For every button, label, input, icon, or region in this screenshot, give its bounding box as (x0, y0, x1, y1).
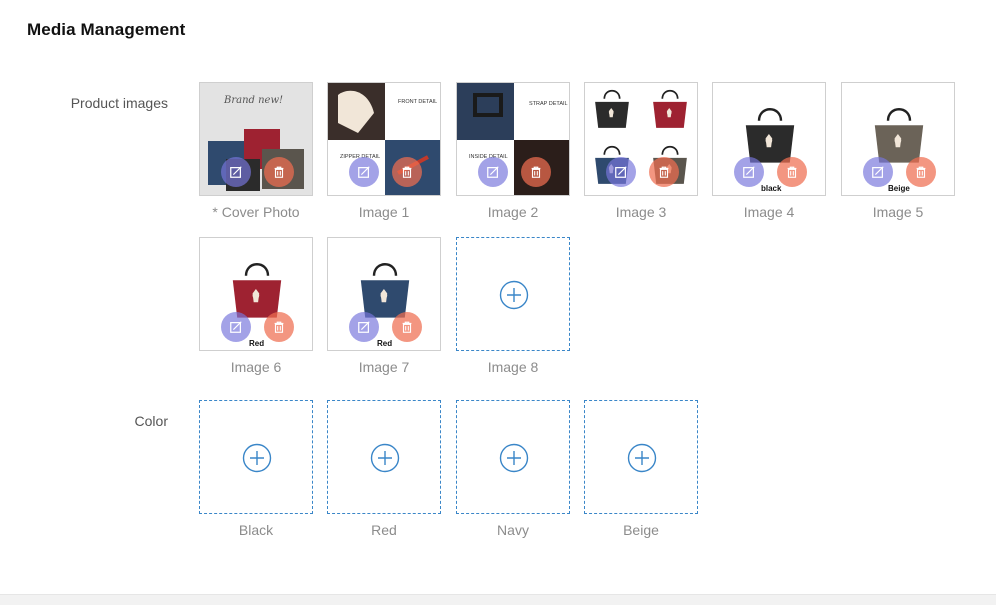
product-image-tile[interactable] (584, 82, 698, 196)
edit-button[interactable] (478, 157, 508, 187)
product-image-tile[interactable]: Red (199, 237, 313, 351)
edit-icon (229, 320, 243, 334)
delete-button[interactable] (906, 157, 936, 187)
trash-icon (914, 165, 928, 179)
tile-caption: Image 3 (615, 204, 667, 220)
cover-overlay-text: Brand new! (223, 95, 283, 106)
trash-icon (400, 320, 414, 334)
tile-caption: * Cover Photo (212, 204, 300, 220)
edit-icon (871, 165, 885, 179)
bag-color-label: Red (249, 339, 264, 348)
delete-button[interactable] (649, 157, 679, 187)
delete-button[interactable] (264, 312, 294, 342)
edit-button[interactable] (606, 157, 636, 187)
tile-caption: Image 2 (487, 204, 539, 220)
edit-button[interactable] (221, 157, 251, 187)
color-caption: Beige (623, 522, 659, 538)
detail-text: FRONT DETAIL (398, 99, 437, 105)
trash-icon (529, 165, 543, 179)
edit-button[interactable] (349, 312, 379, 342)
tile-caption: Image 6 (230, 359, 282, 375)
product-photo: Beige (842, 83, 954, 195)
color-caption: Red (371, 522, 397, 538)
tile-caption: Image 4 (743, 204, 795, 220)
plus-circle-icon (370, 443, 400, 473)
color-caption: Black (238, 522, 274, 538)
color-caption: Navy (497, 522, 529, 538)
trash-icon (272, 165, 286, 179)
add-color-image-navy[interactable] (456, 400, 570, 514)
page-title: Media Management (27, 20, 186, 39)
product-image-tile[interactable]: STRAP DETAIL INSIDE DETAIL (456, 82, 570, 196)
tile-caption: Image 5 (872, 204, 924, 220)
product-photo: black (713, 83, 825, 195)
edit-button[interactable] (734, 157, 764, 187)
tile-caption: Image 1 (358, 204, 410, 220)
plus-circle-icon (627, 443, 657, 473)
product-photo (585, 83, 697, 195)
trash-icon (657, 165, 671, 179)
edit-icon (614, 165, 628, 179)
product-images-label: Product images (70, 95, 168, 111)
detail-text: STRAP DETAIL (529, 101, 568, 107)
tile-caption: Image 8 (487, 359, 539, 375)
edit-icon (229, 165, 243, 179)
delete-button[interactable] (521, 157, 551, 187)
edit-button[interactable] (349, 157, 379, 187)
plus-circle-icon (499, 280, 529, 310)
edit-icon (357, 320, 371, 334)
bag-color-label: black (761, 184, 782, 193)
plus-circle-icon (242, 443, 272, 473)
product-photo: STRAP DETAIL INSIDE DETAIL (457, 83, 569, 195)
plus-circle-icon (499, 443, 529, 473)
product-image-tile[interactable]: Beige (841, 82, 955, 196)
bag-color-label: Red (377, 339, 392, 348)
delete-button[interactable] (392, 157, 422, 187)
product-photo: Red (200, 238, 312, 350)
product-photo: FRONT DETAIL ZIPPER DETAIL (328, 83, 440, 195)
product-photo: Brand new! (200, 83, 312, 195)
trash-icon (785, 165, 799, 179)
edit-icon (742, 165, 756, 179)
product-image-tile[interactable]: Brand new! (199, 82, 313, 196)
add-color-image-black[interactable] (199, 400, 313, 514)
bottom-divider (0, 594, 996, 605)
bag-color-label: Beige (888, 184, 910, 193)
add-color-image-red[interactable] (327, 400, 441, 514)
delete-button[interactable] (264, 157, 294, 187)
trash-icon (400, 165, 414, 179)
product-image-tile[interactable]: FRONT DETAIL ZIPPER DETAIL (327, 82, 441, 196)
edit-icon (486, 165, 500, 179)
add-color-image-beige[interactable] (584, 400, 698, 514)
edit-button[interactable] (863, 157, 893, 187)
color-label: Color (134, 413, 168, 429)
delete-button[interactable] (777, 157, 807, 187)
product-image-tile[interactable]: Red (327, 237, 441, 351)
trash-icon (272, 320, 286, 334)
product-photo: Red (328, 238, 440, 350)
delete-button[interactable] (392, 312, 422, 342)
tile-caption: Image 7 (358, 359, 410, 375)
add-image-button[interactable] (456, 237, 570, 351)
product-image-tile[interactable]: black (712, 82, 826, 196)
edit-button[interactable] (221, 312, 251, 342)
edit-icon (357, 165, 371, 179)
